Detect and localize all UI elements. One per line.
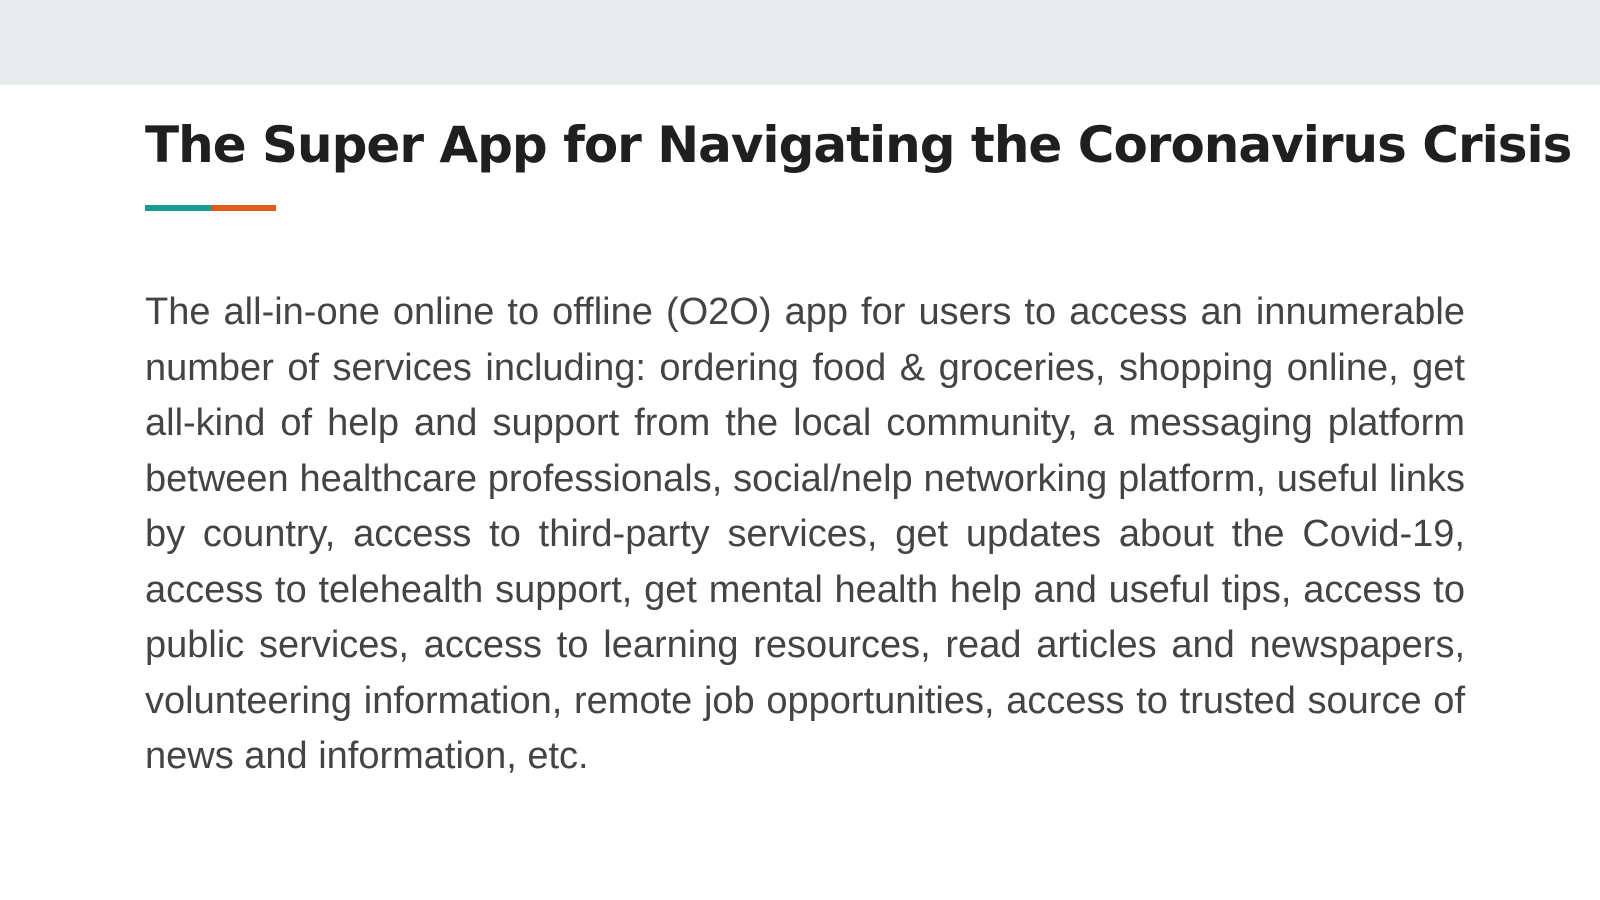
page-title: The Super App for Navigating the Coronav… bbox=[145, 116, 1572, 174]
slide-content: The Super App for Navigating the Coronav… bbox=[145, 85, 1572, 785]
underline-orange-segment bbox=[210, 205, 276, 211]
title-underline bbox=[145, 205, 276, 211]
top-band bbox=[0, 0, 1600, 85]
description-paragraph: The all-in-one online to offline (O2O) a… bbox=[145, 291, 1465, 777]
underline-teal-segment bbox=[145, 205, 211, 211]
